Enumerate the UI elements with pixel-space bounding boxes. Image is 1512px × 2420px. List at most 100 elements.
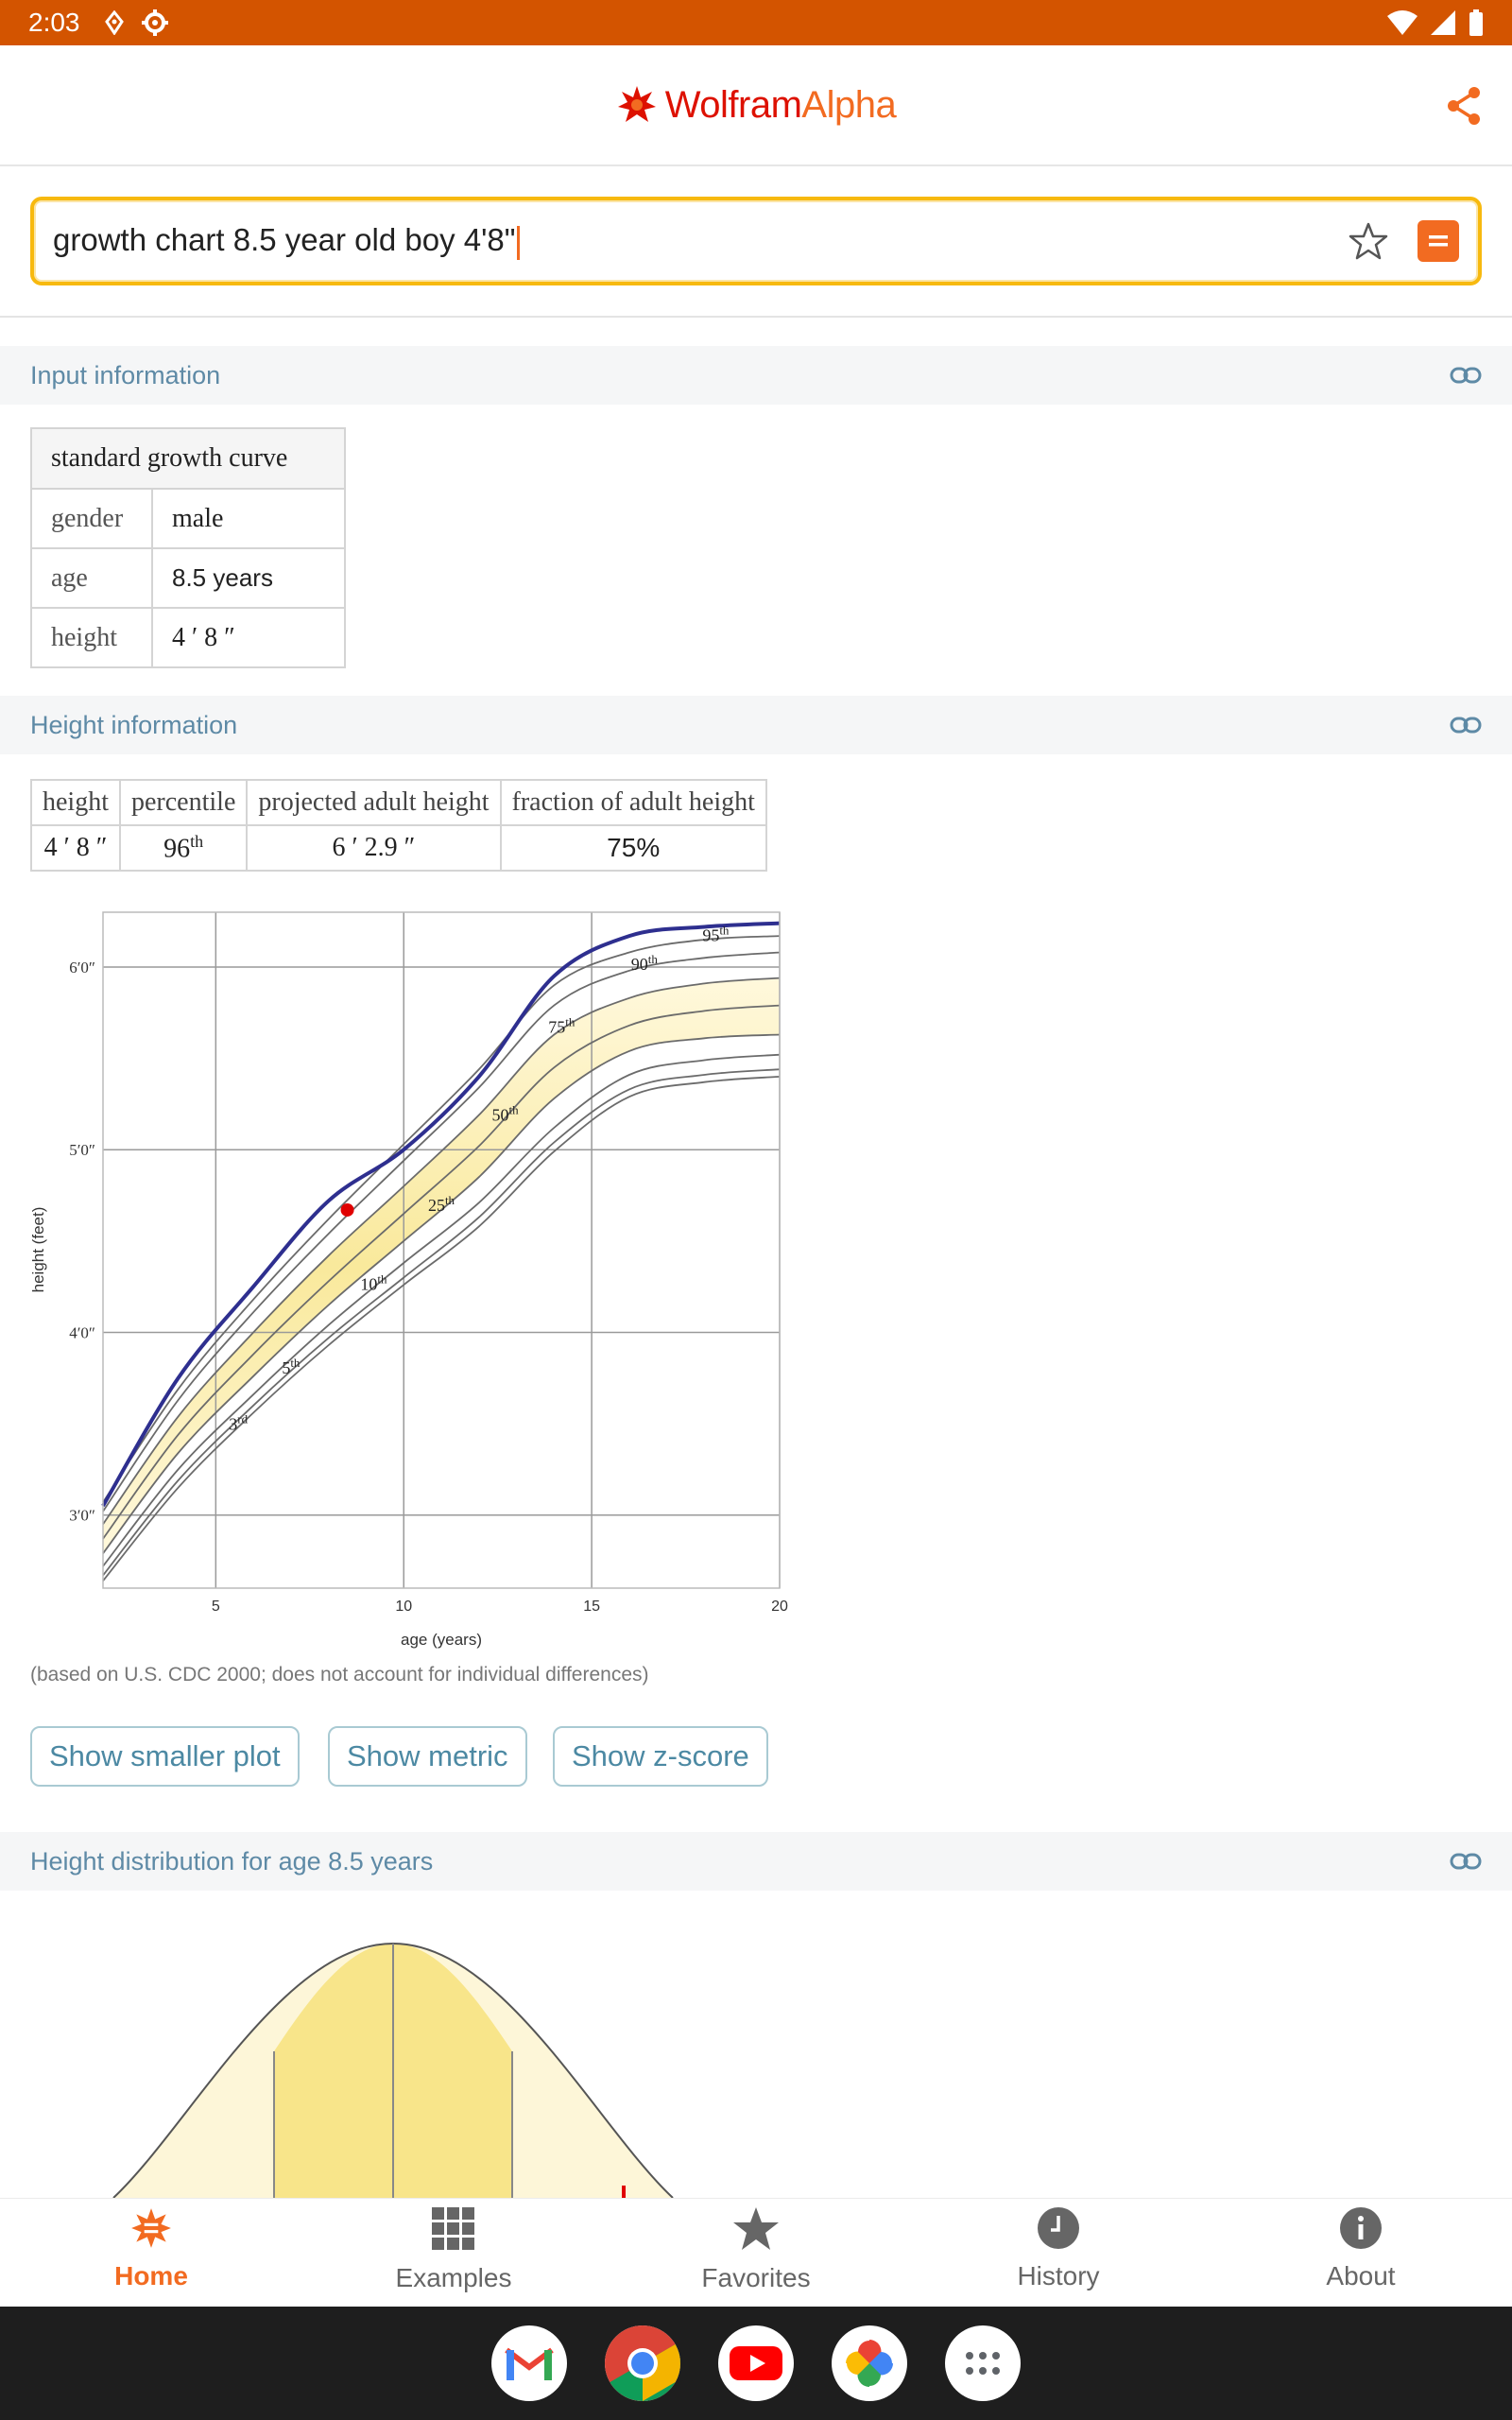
x-tick-label: 5 [212, 1599, 220, 1615]
input-key-age: age [30, 547, 153, 609]
wolfram-star-icon [617, 86, 656, 122]
pod-title-distribution: Height distribution for age 8.5 years [30, 1846, 434, 1876]
nav-home[interactable]: Home [0, 2199, 302, 2307]
photos-app[interactable] [832, 2325, 907, 2401]
search-divider [0, 316, 1512, 318]
x-tick-label: 10 [395, 1599, 412, 1615]
percentile-curve [102, 1068, 781, 1577]
grid-icon [432, 2207, 474, 2250]
logo-alpha-text: Alpha [801, 83, 897, 126]
percentile-curve [102, 1033, 781, 1554]
percentile-label: 3rd [229, 1411, 248, 1433]
percentile-label: 95th [702, 923, 730, 944]
percentile-value: 96th [118, 824, 249, 872]
percentile-label: 25th [428, 1193, 455, 1215]
nav-label: Home [114, 2261, 188, 2290]
x-tick-label: 15 [583, 1599, 600, 1615]
percentile-label: 5th [282, 1356, 301, 1377]
favorite-star-icon[interactable] [1348, 220, 1389, 262]
input-key-gender: gender [30, 488, 153, 549]
height-table-header: fraction of adult height [499, 779, 767, 826]
status-time: 2:03 [28, 8, 80, 37]
y-tick-label: 4′0″ [69, 1323, 95, 1341]
height-distribution-plot [112, 1942, 674, 2198]
app-header: WolframAlpha [0, 45, 1512, 166]
star-icon [733, 2207, 779, 2250]
logo-wolfram-text: Wolfram [664, 83, 802, 126]
growth-chart: 5 10 15 203′0″4′0″5′0″6′0″ 3rd5th10th25th50… [29, 911, 788, 1649]
equals-icon [1429, 235, 1448, 247]
bottom-navigation: Home Examples Favorites History About [0, 2198, 1512, 2307]
permalink-icon[interactable] [1450, 716, 1482, 735]
y-axis-label: height (feet) [29, 1207, 47, 1293]
pod-title-height: Height information [30, 710, 238, 739]
pod-header-height: Height information [0, 696, 1512, 754]
pod-header-input: Input information [0, 346, 1512, 405]
search-input[interactable]: growth chart 8.5 year old boy 4'8" [53, 222, 1348, 260]
nav-label: Favorites [701, 2263, 811, 2292]
nav-about[interactable]: About [1210, 2199, 1512, 2307]
y-tick-label: 5′0″ [69, 1141, 95, 1159]
share-icon[interactable] [1444, 85, 1484, 127]
height-table-header: projected adult height [246, 779, 502, 826]
youtube-icon [730, 2346, 782, 2380]
app-drawer[interactable] [945, 2325, 1021, 2401]
pod-title-input: Input information [30, 360, 221, 389]
show-smaller-plot-button[interactable]: Show smaller plot [30, 1726, 300, 1787]
compute-equals-button[interactable] [1418, 220, 1459, 262]
signal-icon [1431, 10, 1455, 35]
show-metric-button[interactable]: Show metric [328, 1726, 527, 1787]
percentile-label: 90th [631, 952, 659, 974]
percentile-label: 10th [360, 1271, 387, 1293]
nav-label: Examples [395, 2263, 512, 2292]
child-height-point [340, 1202, 354, 1217]
nav-history[interactable]: History [907, 2199, 1210, 2307]
x-tick-label: 20 [771, 1599, 788, 1615]
projected-adult-height-value: 6 ′ 2.9 ″ [246, 824, 502, 872]
pod-header-distribution: Height distribution for age 8.5 years [0, 1832, 1512, 1891]
gmail-app[interactable] [491, 2325, 567, 2401]
input-value-gender: male [151, 488, 346, 549]
app-drawer-dots-icon [966, 2352, 1000, 2375]
x-axis-label: age (years) [401, 1631, 482, 1649]
location-diamond-icon [104, 10, 124, 35]
height-table-header: percentile [118, 779, 249, 826]
nav-favorites[interactable]: Favorites [605, 2199, 907, 2307]
clock-icon [1038, 2207, 1079, 2249]
height-value: 4 ′ 8 ″ [30, 824, 121, 872]
input-value-age: 8.5 years [151, 547, 346, 609]
search-box[interactable]: growth chart 8.5 year old boy 4'8" [30, 197, 1482, 285]
input-key-height: height [30, 607, 153, 668]
chart-source-note: (based on U.S. CDC 2000; does not accoun… [30, 1664, 649, 1685]
app-dock [0, 2307, 1512, 2420]
y-tick-label: 3′0″ [69, 1507, 95, 1525]
chrome-app[interactable] [605, 2325, 680, 2401]
youtube-app[interactable] [718, 2325, 794, 2401]
input-table-title: standard growth curve [30, 427, 346, 490]
fraction-adult-height-value: 75% [499, 824, 767, 872]
home-wolfram-icon [131, 2208, 171, 2248]
settings-gear-icon [141, 9, 168, 36]
permalink-icon[interactable] [1450, 1852, 1482, 1871]
chrome-icon [605, 2325, 680, 2401]
nav-label: History [1017, 2261, 1100, 2290]
text-caret [517, 225, 521, 260]
nav-examples[interactable]: Examples [302, 2199, 605, 2307]
height-table-header: height [30, 779, 121, 826]
battery-icon [1469, 9, 1483, 36]
nav-label: About [1326, 2261, 1396, 2290]
status-bar: 2:03 [0, 0, 1512, 45]
percentile-curve [102, 1053, 781, 1567]
input-value-height: 4 ′ 8 ″ [151, 607, 346, 668]
height-info-table: height percentile projected adult height… [30, 779, 767, 872]
y-tick-label: 6′0″ [69, 959, 95, 977]
input-info-table: standard growth curve gender male age 8.5 … [30, 427, 346, 668]
percentile-band [103, 977, 780, 1554]
show-zscore-button[interactable]: Show z-score [553, 1726, 768, 1787]
gmail-icon [505, 2347, 554, 2380]
info-icon [1340, 2207, 1382, 2249]
wolfram-alpha-logo[interactable]: WolframAlpha [616, 83, 897, 127]
permalink-icon[interactable] [1450, 366, 1482, 385]
wifi-icon [1387, 10, 1418, 35]
photos-pinwheel-icon [846, 2340, 893, 2387]
